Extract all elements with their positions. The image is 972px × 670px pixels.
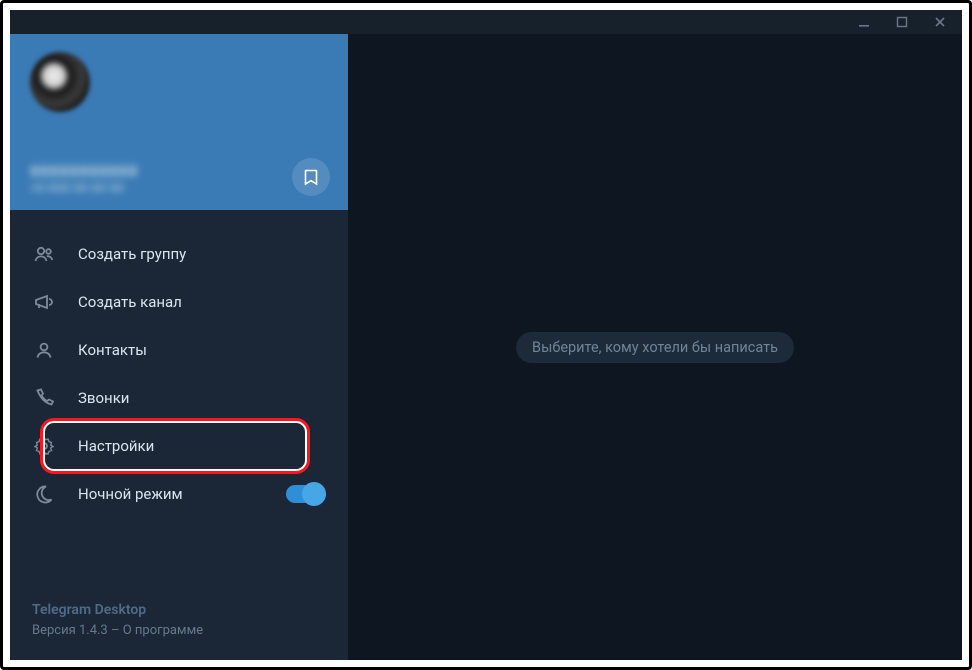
menu-label: Создать группу <box>78 245 186 263</box>
calls-icon <box>32 386 56 410</box>
menu-label: Звонки <box>78 389 129 407</box>
menu-label: Настройки <box>78 437 154 455</box>
contacts-icon <box>32 338 56 362</box>
menu-item-new-group[interactable]: Создать группу <box>10 230 348 278</box>
menu-label: Создать канал <box>78 293 182 311</box>
bookmark-icon <box>303 168 319 186</box>
profile-phone: +X XXX XX XX XX <box>30 181 328 196</box>
menu-item-new-channel[interactable]: Создать канал <box>10 278 348 326</box>
version-line: Версия 1.4.3 – О программе <box>32 621 326 641</box>
close-button[interactable] <box>926 12 954 32</box>
saved-messages-button[interactable] <box>292 158 330 196</box>
outer-frame: XXXXXXXXXXX +X XXX XX XX XX <box>0 0 972 670</box>
app-window: XXXXXXXXXXX +X XXX XX XX XX <box>10 10 962 660</box>
menu-label: Контакты <box>78 341 147 359</box>
night-mode-toggle[interactable] <box>286 485 326 503</box>
profile-username: XXXXXXXXXXX <box>30 164 328 182</box>
sidebar-menu: Создать группу Создать канал <box>10 210 348 586</box>
profile-header: XXXXXXXXXXX +X XXX XX XX XX <box>10 34 348 210</box>
sidebar-footer: Telegram Desktop Версия 1.4.3 – О програ… <box>10 586 348 661</box>
app-version: Версия 1.4.3 <box>32 623 108 638</box>
avatar[interactable] <box>30 52 90 112</box>
menu-label: Ночной режим <box>78 485 183 503</box>
app-name: Telegram Desktop <box>32 600 326 621</box>
menu-item-contacts[interactable]: Контакты <box>10 326 348 374</box>
sidebar: XXXXXXXXXXX +X XXX XX XX XX <box>10 34 348 660</box>
night-icon <box>32 482 56 506</box>
empty-state-text: Выберите, кому хотели бы написать <box>516 332 794 363</box>
window-body: XXXXXXXXXXX +X XXX XX XX XX <box>10 34 962 660</box>
profile-text: XXXXXXXXXXX +X XXX XX XX XX <box>30 164 328 197</box>
channel-icon <box>32 290 56 314</box>
maximize-button[interactable] <box>888 12 916 32</box>
main-area: Выберите, кому хотели бы написать <box>348 34 962 660</box>
menu-item-settings[interactable]: Настройки <box>10 422 348 470</box>
settings-icon <box>32 434 56 458</box>
menu-item-calls[interactable]: Звонки <box>10 374 348 422</box>
menu-item-night-mode[interactable]: Ночной режим <box>10 470 348 518</box>
minimize-button[interactable] <box>850 12 878 32</box>
group-icon <box>32 242 56 266</box>
window-titlebar <box>10 10 962 34</box>
about-link[interactable]: О программе <box>123 623 203 638</box>
